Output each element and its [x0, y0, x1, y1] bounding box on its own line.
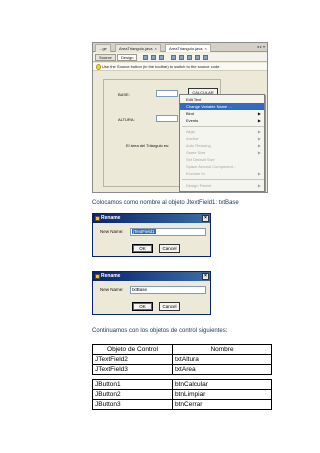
base-label: BASE: — [118, 92, 130, 97]
menu-item-change-variable-name[interactable]: Change Variable Name ... — [180, 103, 264, 110]
menu-separator — [182, 126, 264, 127]
menu-separator — [182, 179, 264, 180]
context-menu: Edit Text Change Variable Name ... Bind ▶… — [179, 94, 265, 192]
table-cell: JButton2 — [92, 389, 173, 400]
cancel-button[interactable]: Cancel — [159, 244, 180, 253]
table-row: JButton1 btnCalcular — [92, 379, 272, 390]
netbeans-screenshot: ...ge AreaTriangulo.java × AreaTriangulo.… — [92, 42, 268, 193]
java-cup-icon — [95, 274, 100, 279]
table-cell: txtAltura — [172, 354, 272, 365]
table-cell: JTextField2 — [92, 354, 173, 365]
close-icon[interactable]: × — [202, 273, 209, 280]
selection-mode-icon[interactable] — [143, 55, 148, 60]
align-right-icon[interactable] — [187, 55, 192, 60]
table-cell: btnLimpiar — [172, 389, 272, 400]
input-text: txtBase — [132, 287, 148, 292]
dialog-titlebar: Rename — [93, 272, 210, 281]
menu-item-align[interactable]: Align ▶ — [180, 128, 264, 135]
design-button[interactable]: Design — [117, 54, 138, 61]
menu-item-space-around[interactable]: Space Around Component... — [180, 163, 264, 170]
table-header-row: Objeto de Control Nombre — [92, 344, 272, 355]
caption-continue: Continuamos con los objetos de control s… — [92, 328, 228, 334]
table-cell: btnCerrar — [172, 399, 272, 410]
new-name-input[interactable]: txtBase — [130, 286, 206, 294]
table-row: JTextField3 txtArea — [92, 364, 272, 375]
align-left-icon[interactable] — [171, 55, 176, 60]
submenu-arrow-icon: ▶ — [257, 111, 261, 116]
table-row: JTextField2 txtAltura — [92, 354, 272, 365]
menu-item-set-default-size[interactable]: Set Default Size — [180, 156, 264, 163]
header-nombre: Nombre — [172, 344, 272, 355]
tab-nav-arrows-icon[interactable]: ◂ ▸ ▾ — [257, 44, 265, 49]
preview-icon[interactable] — [159, 55, 164, 60]
submenu-arrow-icon: ▶ — [257, 118, 261, 123]
new-name-label: New Name: — [100, 229, 124, 234]
submenu-arrow-icon: ▶ — [257, 129, 261, 134]
close-icon[interactable]: × — [202, 215, 209, 222]
submenu-arrow-icon: ▶ — [257, 171, 261, 176]
designer-toolbar: Source Design — [93, 53, 267, 62]
base-textfield[interactable] — [156, 90, 178, 97]
result-label: El área del Triángulo es: — [126, 143, 170, 148]
submenu-arrow-icon: ▶ — [257, 143, 261, 148]
menu-item-auto-resizing[interactable]: Auto Resizing ▶ — [180, 142, 264, 149]
align-top-icon[interactable] — [195, 55, 200, 60]
menu-item-same-size[interactable]: Same Size ▶ — [180, 149, 264, 156]
java-cup-icon — [95, 216, 100, 221]
cancel-button[interactable]: Cancel — [159, 302, 180, 311]
submenu-arrow-icon: ▶ — [257, 136, 261, 141]
table-cell: JTextField3 — [92, 364, 173, 375]
close-icon[interactable]: × — [204, 46, 206, 51]
altura-textfield[interactable] — [156, 115, 178, 122]
table-cell: JButton3 — [92, 399, 173, 410]
ok-button[interactable]: OK — [132, 244, 153, 253]
close-icon[interactable]: × — [154, 46, 156, 51]
table-row: JButton3 btnCerrar — [92, 399, 272, 410]
menu-item-design-parent[interactable]: Design Parent ▶ — [180, 182, 264, 189]
altura-label: ALTURA: — [118, 117, 135, 122]
connection-mode-icon[interactable] — [151, 55, 156, 60]
menu-item-anchor[interactable]: Anchor ▶ — [180, 135, 264, 142]
tab-areatriangulo-1[interactable]: AreaTriangulo.java × — [115, 44, 161, 52]
align-bottom-icon[interactable] — [203, 55, 208, 60]
table-cell: txtArea — [172, 364, 272, 375]
rename-dialog-after: Rename × New Name: txtBase OK Cancel — [92, 271, 211, 315]
menu-item-edit-text[interactable]: Edit Text — [180, 96, 264, 103]
hint-bar: Use the Source button (in the toolbar) t… — [93, 63, 267, 71]
editor-tabs: ...ge AreaTriangulo.java × AreaTriangulo.… — [93, 43, 267, 52]
tab-areatriangulo-2[interactable]: AreaTriangulo.java × — [165, 44, 211, 52]
table-cell: JButton1 — [92, 379, 173, 390]
submenu-arrow-icon: ▶ — [257, 150, 261, 155]
dialog-titlebar: Rename — [93, 214, 210, 223]
new-name-label: New Name: — [100, 287, 124, 292]
ok-button[interactable]: OK — [132, 302, 153, 311]
submenu-arrow-icon: ▶ — [257, 183, 261, 188]
caption-rename-instruction: Colocamos como nombre al objeto JtextFie… — [92, 200, 239, 206]
header-objeto: Objeto de Control — [92, 344, 173, 355]
align-center-icon[interactable] — [179, 55, 184, 60]
menu-item-events[interactable]: Events ▶ — [180, 117, 264, 124]
new-name-input[interactable]: jTextField1 — [130, 228, 206, 236]
tab-prev[interactable]: ...ge — [95, 44, 111, 52]
selected-text: jTextField1 — [132, 229, 156, 234]
source-button[interactable]: Source — [95, 54, 116, 61]
control-objects-table: Objeto de Control Nombre JTextField2 txt… — [92, 344, 272, 410]
table-row: JButton2 btnLimpiar — [92, 389, 272, 400]
table-cell: btnCalcular — [172, 379, 272, 390]
rename-dialog-before: Rename × New Name: jTextField1 OK Cancel — [92, 213, 211, 257]
menu-item-bind[interactable]: Bind ▶ — [180, 110, 264, 117]
lightbulb-icon — [96, 64, 101, 70]
menu-item-enclose-in[interactable]: Enclose In ▶ — [180, 170, 264, 177]
